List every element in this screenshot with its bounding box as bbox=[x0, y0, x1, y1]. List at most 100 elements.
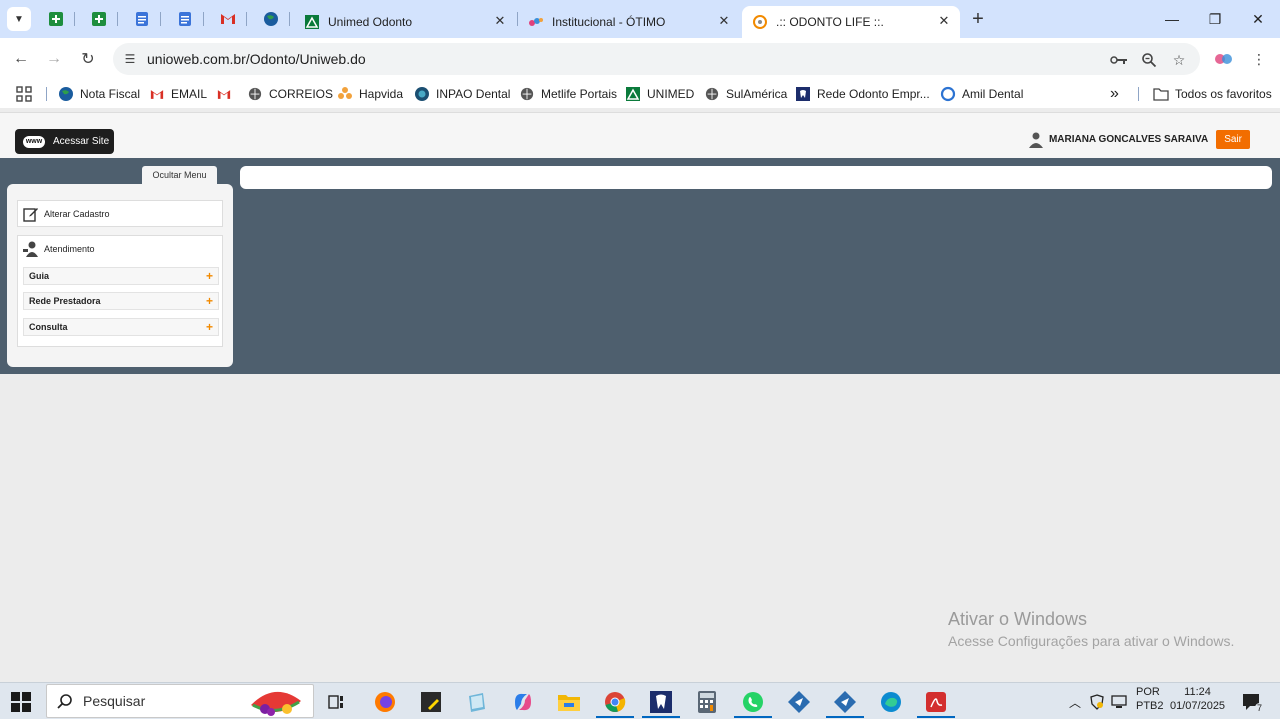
more-bookmarks-button[interactable]: » bbox=[1110, 84, 1119, 104]
close-icon[interactable]: ✕ bbox=[716, 13, 732, 29]
bookmark-gmail[interactable] bbox=[216, 84, 238, 104]
clock[interactable]: 11:24 01/07/2025 bbox=[1170, 686, 1225, 712]
bookmark-label: INPAO Dental bbox=[436, 87, 511, 101]
calculator-icon[interactable] bbox=[693, 688, 721, 716]
bookmark-email[interactable]: EMAIL bbox=[149, 84, 207, 104]
acessar-site-button[interactable]: www Acessar Site bbox=[15, 129, 114, 154]
running-app-indicator bbox=[734, 716, 772, 718]
extension-icon[interactable] bbox=[1214, 49, 1234, 69]
acessar-site-label: Acessar Site bbox=[53, 136, 110, 147]
pinned-tab-gmail[interactable] bbox=[218, 9, 238, 29]
url-text[interactable]: unioweb.com.br/Odonto/Uniweb.do bbox=[147, 51, 366, 67]
otimo-icon bbox=[528, 14, 544, 30]
site-settings-icon[interactable]: ☰ bbox=[121, 50, 139, 68]
pinned-tab-docs-1[interactable] bbox=[132, 9, 152, 29]
unimed-icon bbox=[304, 14, 320, 30]
bookmark-nota-fiscal[interactable]: Nota Fiscal bbox=[58, 84, 140, 104]
close-icon[interactable]: ✕ bbox=[936, 13, 952, 29]
forward-button[interactable]: → bbox=[41, 46, 67, 72]
menu-item-consulta[interactable]: Consulta + bbox=[23, 318, 219, 336]
bookmark-metlife-portais[interactable]: Metlife Portais bbox=[519, 84, 617, 104]
maximize-button[interactable]: ❐ bbox=[1193, 6, 1237, 32]
language-code: POR bbox=[1136, 686, 1160, 698]
web-page: www Acessar Site MARIANA GONCALVES SARAI… bbox=[0, 112, 1280, 682]
bookmark-rede-odonto[interactable]: Rede Odonto Empr... bbox=[795, 84, 930, 104]
fruit-illustration-icon bbox=[251, 691, 301, 716]
sair-button[interactable]: Sair bbox=[1216, 130, 1250, 149]
unimed-icon bbox=[625, 86, 641, 102]
arrow-left-icon: ← bbox=[13, 50, 29, 67]
file-explorer-icon[interactable] bbox=[555, 688, 583, 716]
bookmark-label: Nota Fiscal bbox=[80, 87, 141, 101]
tab-separator bbox=[160, 12, 161, 26]
tab-odonto-life[interactable]: .:: ODONTO LIFE ::. ✕ bbox=[742, 6, 960, 38]
window-close-button[interactable]: ✕ bbox=[1236, 6, 1280, 32]
ocultar-menu-button[interactable]: Ocultar Menu bbox=[142, 166, 217, 184]
tray-expand-icon[interactable]: ︿ bbox=[1066, 693, 1084, 711]
pinned-tab-sheets-1[interactable] bbox=[46, 9, 66, 29]
notification-center-icon[interactable]: 7 bbox=[1240, 693, 1264, 713]
rede-odonto-icon bbox=[795, 86, 811, 102]
star-bookmark-icon[interactable]: ☆ bbox=[1169, 50, 1189, 70]
dental-app-icon[interactable] bbox=[647, 688, 675, 716]
pinned-tab-globe[interactable] bbox=[261, 9, 281, 29]
bookmark-sulamerica[interactable]: SulAmérica bbox=[704, 84, 787, 104]
tab-title: .:: ODONTO LIFE ::. bbox=[776, 15, 884, 29]
bookmark-correios[interactable]: CORREIOS bbox=[247, 84, 333, 104]
apps-button[interactable] bbox=[16, 84, 32, 104]
remote-app-icon-2[interactable] bbox=[831, 688, 859, 716]
bookmark-amil-dental[interactable]: Amil Dental bbox=[940, 84, 1023, 104]
tab-search-button[interactable]: ▼ bbox=[7, 7, 31, 31]
bookmark-label: Hapvida bbox=[359, 87, 404, 101]
bookmarks-bar: Nota Fiscal EMAIL CORREIOS Hapvida INPAO… bbox=[0, 80, 1280, 108]
running-app-indicator bbox=[826, 716, 864, 718]
zoom-icon[interactable] bbox=[1139, 50, 1159, 70]
more-menu-icon[interactable]: ⋮ bbox=[1249, 49, 1269, 69]
clock-date: 01/07/2025 bbox=[1170, 700, 1226, 712]
network-tray-icon[interactable] bbox=[1110, 693, 1128, 711]
password-key-icon[interactable] bbox=[1109, 50, 1129, 70]
reload-button[interactable]: ↻ bbox=[75, 46, 101, 72]
minimize-button[interactable]: — bbox=[1150, 6, 1194, 32]
bookmark-hapvida[interactable]: Hapvida bbox=[337, 84, 403, 104]
globe-icon bbox=[519, 86, 535, 102]
taskbar-search[interactable]: Pesquisar bbox=[46, 684, 314, 718]
alterar-cadastro-item[interactable]: Alterar Cadastro bbox=[17, 200, 223, 227]
notepad-app-icon[interactable] bbox=[463, 688, 491, 716]
search-placeholder: Pesquisar bbox=[83, 693, 146, 709]
bookmark-unimed[interactable]: UNIMED bbox=[625, 84, 694, 104]
all-favorites-folder[interactable]: Todos os favoritos bbox=[1153, 84, 1272, 104]
menu-item-rede-prestadora[interactable]: Rede Prestadora + bbox=[23, 292, 219, 310]
language-indicator[interactable]: POR PTB2 bbox=[1136, 686, 1164, 712]
bookmark-inpao-dental[interactable]: INPAO Dental bbox=[414, 84, 510, 104]
www-icon: www bbox=[23, 135, 45, 148]
copilot-icon[interactable] bbox=[509, 688, 537, 716]
tab-unimed-odonto[interactable]: Unimed Odonto ✕ bbox=[294, 6, 516, 38]
chrome-icon[interactable] bbox=[601, 688, 629, 716]
page-header: www Acessar Site MARIANA GONCALVES SARAI… bbox=[0, 112, 1280, 158]
remote-app-icon-1[interactable] bbox=[785, 688, 813, 716]
active-app-indicator bbox=[596, 716, 634, 718]
windows-start-icon[interactable] bbox=[10, 691, 32, 713]
firefox-icon[interactable] bbox=[371, 688, 399, 716]
gmail-icon bbox=[149, 86, 165, 102]
plus-icon: + bbox=[205, 269, 213, 283]
pinned-tab-sheets-2[interactable] bbox=[89, 9, 109, 29]
menu-item-guia[interactable]: Guia + bbox=[23, 267, 219, 285]
security-tray-icon[interactable] bbox=[1088, 693, 1106, 711]
pdf-reader-icon[interactable] bbox=[922, 688, 950, 716]
task-view-icon[interactable] bbox=[323, 688, 351, 716]
close-icon[interactable]: ✕ bbox=[492, 13, 508, 29]
sticky-notes-icon[interactable] bbox=[417, 688, 445, 716]
atendimento-header[interactable]: Atendimento bbox=[23, 241, 95, 257]
pinned-tab-docs-2[interactable] bbox=[175, 9, 195, 29]
new-tab-button[interactable]: + bbox=[967, 8, 989, 30]
whatsapp-icon[interactable] bbox=[739, 688, 767, 716]
address-bar[interactable]: ☰ unioweb.com.br/Odonto/Uniweb.do ☆ bbox=[113, 43, 1200, 75]
back-button[interactable]: ← bbox=[8, 46, 34, 72]
edge-icon[interactable] bbox=[877, 688, 905, 716]
tab-institucional-otimo[interactable]: Institucional - ÓTIMO ✕ bbox=[518, 6, 740, 38]
arrow-right-icon: → bbox=[46, 50, 62, 67]
globe-icon bbox=[58, 86, 74, 102]
notification-count: 7 bbox=[1254, 703, 1264, 713]
